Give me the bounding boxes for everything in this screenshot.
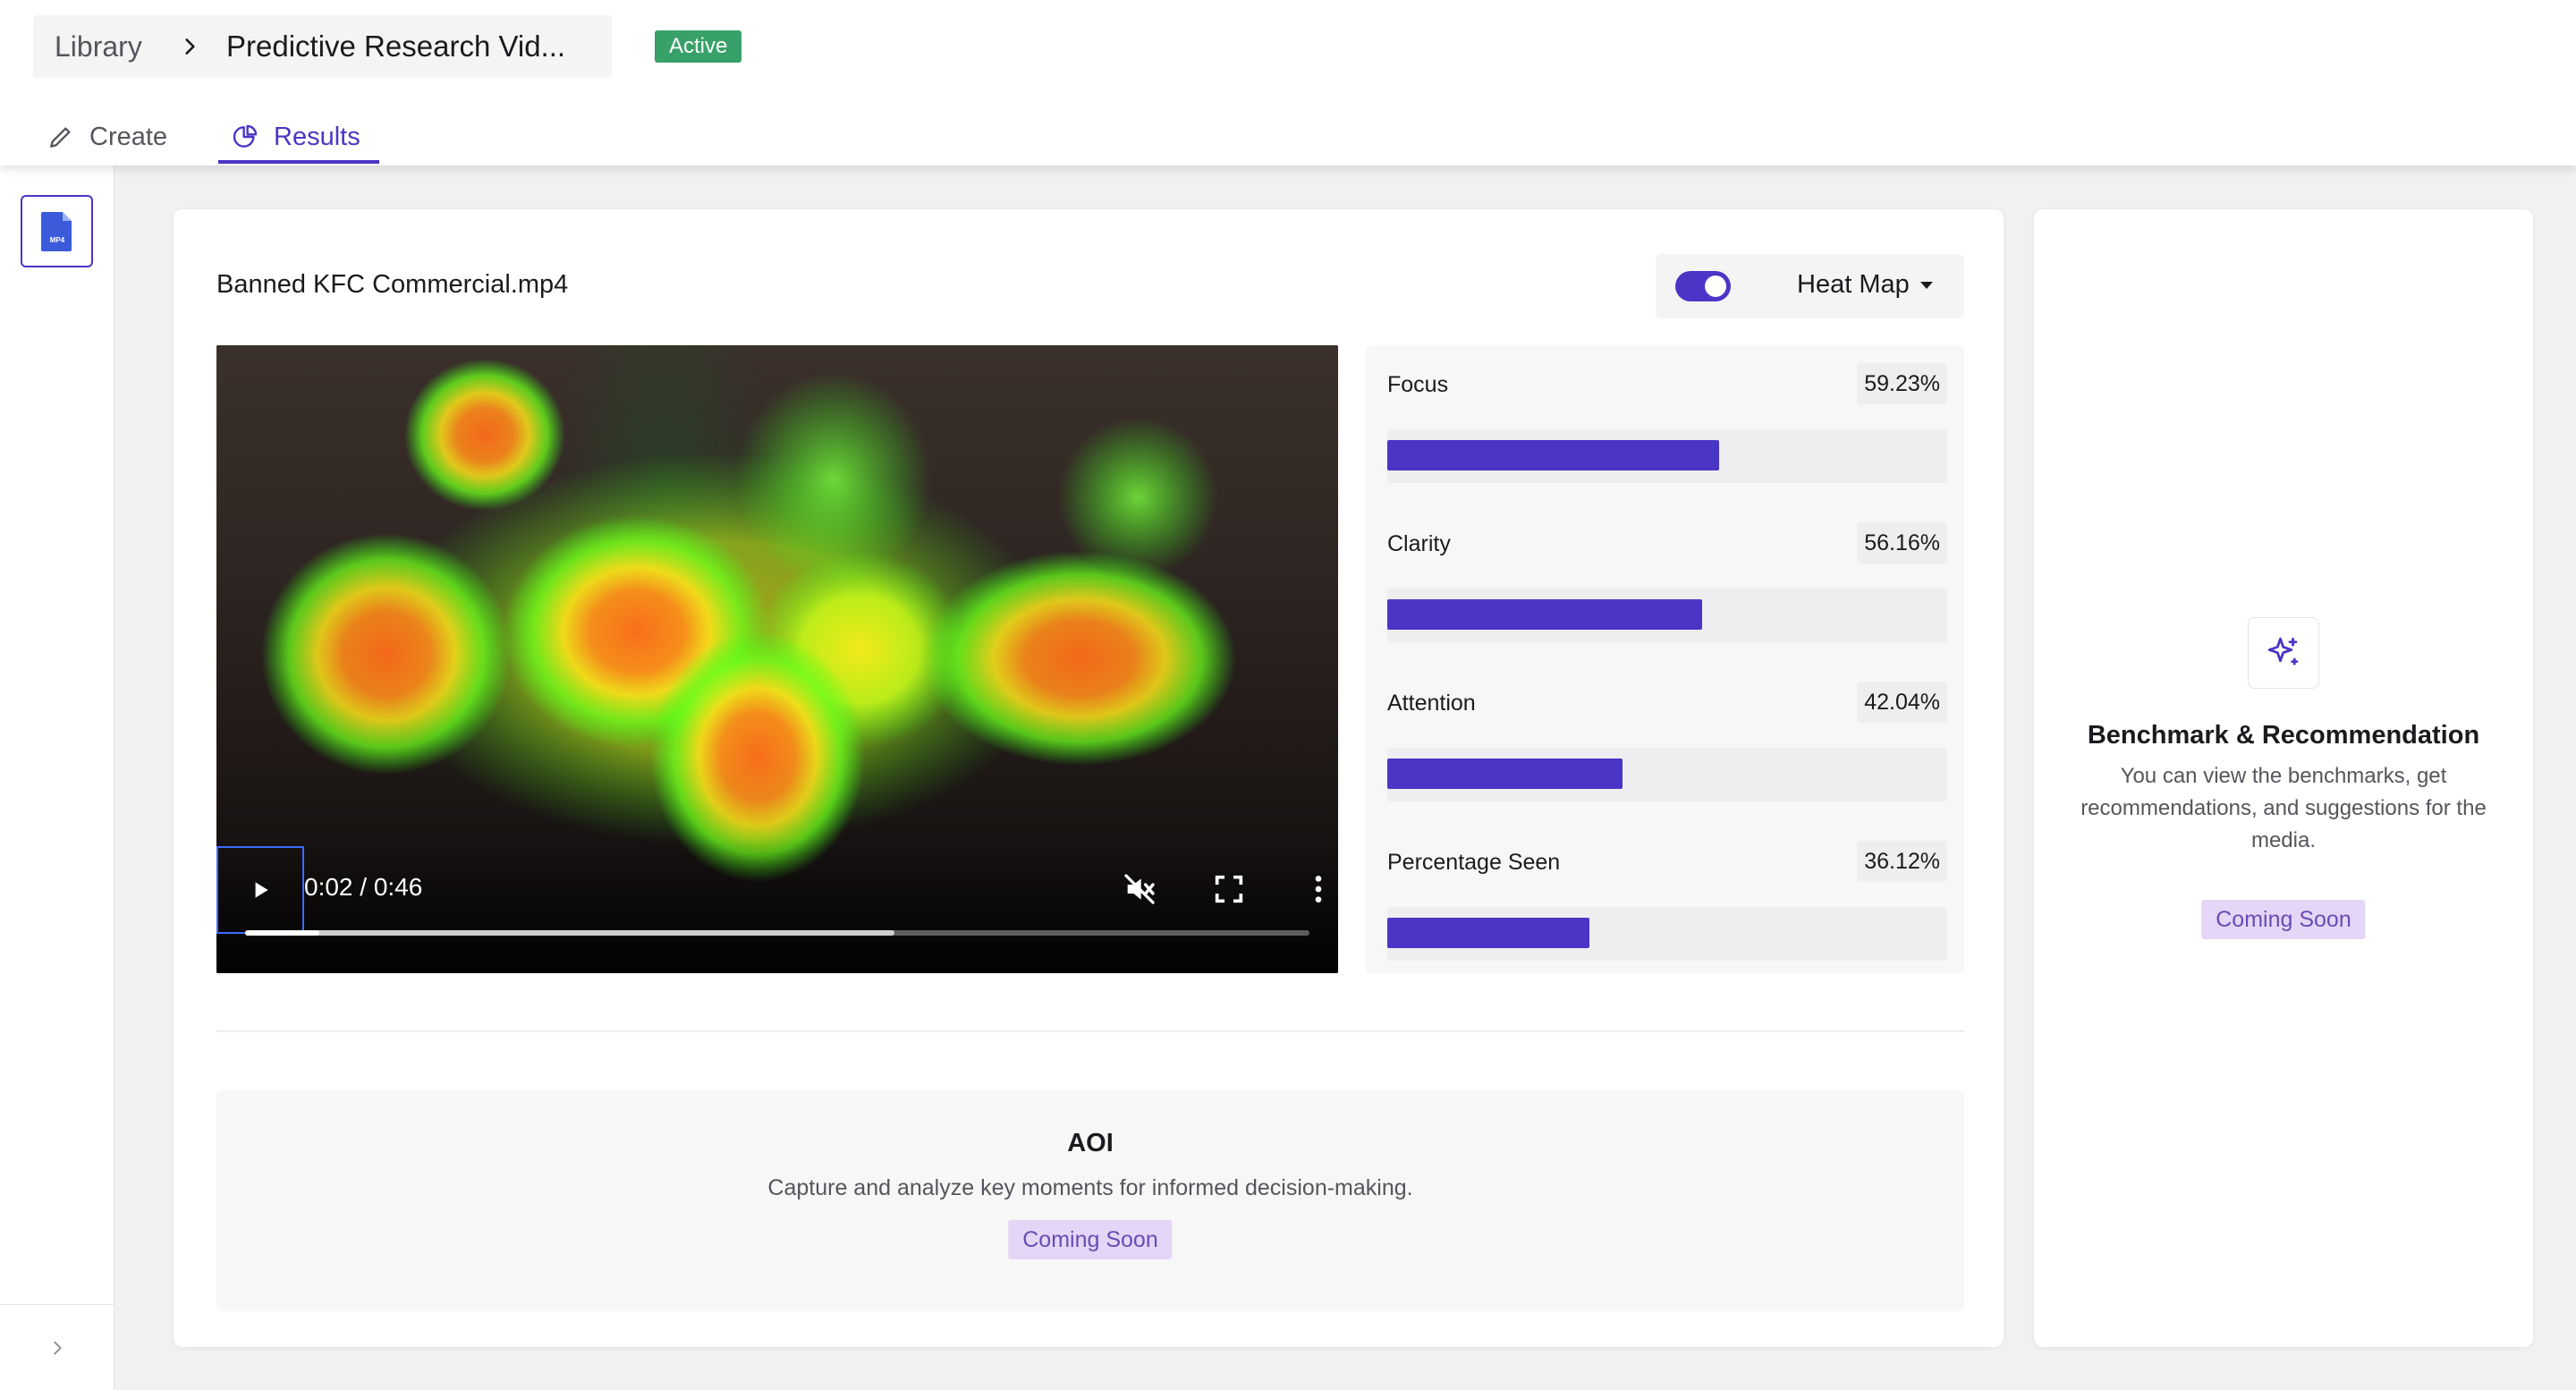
metric-bar <box>1387 440 1719 470</box>
left-sidebar: MP4 <box>0 165 114 1390</box>
aoi-description: Capture and analyze key moments for info… <box>767 1175 1413 1200</box>
mp4-file-icon: MP4 <box>40 211 72 251</box>
video-buffered-bar <box>245 930 894 936</box>
chevron-right-icon <box>185 38 195 55</box>
tab-create-label: Create <box>89 122 168 151</box>
play-icon <box>255 882 268 898</box>
results-card: Banned KFC Commercial.mp4 Heat Map 0:02 … <box>174 209 2004 1347</box>
metric-value: 42.04% <box>1857 682 1947 723</box>
metrics-panel: Focus 59.23% Clarity 56.16% Attention 42… <box>1366 345 1964 973</box>
benchmark-coming-soon-badge: Coming Soon <box>2201 900 2366 939</box>
chevron-right-icon <box>54 1341 62 1355</box>
metric-value: 56.16% <box>1857 522 1947 564</box>
more-options-icon[interactable] <box>1301 871 1336 907</box>
metric-attention: Attention 42.04% <box>1387 673 1947 807</box>
metric-track <box>1387 589 1947 642</box>
benchmark-description: You can view the benchmarks, get recomme… <box>2080 764 2487 852</box>
metric-label: Percentage Seen <box>1387 850 1561 875</box>
aoi-title: AOI <box>1067 1129 1114 1157</box>
metric-clarity: Clarity 56.16% <box>1387 513 1947 648</box>
mute-icon[interactable] <box>1122 871 1157 907</box>
video-controls-bar <box>216 839 1338 973</box>
video-player[interactable]: 0:02 / 0:46 <box>216 345 1338 973</box>
breadcrumb: Library Predictive Research Vid... <box>33 15 612 78</box>
metric-track <box>1387 429 1947 483</box>
toggle-knob <box>1705 275 1726 297</box>
visualization-control: Heat Map <box>1656 254 1964 318</box>
metric-value: 59.23% <box>1857 363 1947 404</box>
view-mode-selected: Heat Map <box>1797 270 1910 299</box>
aoi-section: AOI Capture and analyze key moments for … <box>216 1089 1964 1311</box>
caret-down-icon <box>1919 281 1933 289</box>
video-time: 0:02 / 0:46 <box>304 873 423 901</box>
metric-track <box>1387 748 1947 801</box>
section-divider <box>216 1030 1964 1032</box>
video-played-bar <box>245 930 320 936</box>
pencil-icon <box>50 127 71 148</box>
metric-bar <box>1387 918 1590 948</box>
fullscreen-icon[interactable] <box>1211 871 1247 907</box>
tab-create[interactable]: Create <box>47 114 167 159</box>
metric-value: 36.12% <box>1857 841 1947 882</box>
metric-bar <box>1387 599 1702 630</box>
mp4-file-icon-label: MP4 <box>49 236 64 244</box>
view-mode-dropdown[interactable]: Heat Map <box>1797 270 1933 300</box>
metric-label: Clarity <box>1387 531 1451 556</box>
top-header: Library Predictive Research Vid... Activ… <box>0 0 2576 165</box>
pie-chart-icon <box>233 124 258 148</box>
breadcrumb-library-link[interactable]: Library <box>55 30 142 64</box>
metric-percentage-seen: Percentage Seen 36.12% <box>1387 832 1947 966</box>
benchmark-title: Benchmark & Recommendation <box>2087 721 2480 750</box>
tab-results-label: Results <box>274 122 360 151</box>
media-file-name: Banned KFC Commercial.mp4 <box>216 270 569 299</box>
play-button[interactable] <box>216 846 304 934</box>
heatmap-toggle[interactable] <box>1675 271 1731 301</box>
metric-bar <box>1387 759 1623 789</box>
sidebar-media-file[interactable]: MP4 <box>21 195 93 267</box>
metric-label: Attention <box>1387 691 1476 716</box>
active-tab-indicator <box>218 160 379 164</box>
metric-focus: Focus 59.23% <box>1387 354 1947 488</box>
breadcrumb-current-title: Predictive Research Vid... <box>226 30 566 63</box>
status-badge: Active <box>655 30 742 63</box>
sparkles-icon-box <box>2248 617 2319 689</box>
sparkles-icon <box>2267 637 2299 665</box>
aoi-coming-soon-badge: Coming Soon <box>1008 1220 1173 1259</box>
expand-sidebar-button[interactable] <box>32 1330 82 1366</box>
tab-results[interactable]: Results <box>231 114 360 159</box>
video-progress-bar[interactable] <box>245 930 1309 936</box>
benchmark-card: Benchmark & Recommendation You can view … <box>2034 209 2533 1347</box>
metric-track <box>1387 907 1947 961</box>
sidebar-footer <box>0 1304 114 1390</box>
metric-label: Focus <box>1387 372 1449 397</box>
